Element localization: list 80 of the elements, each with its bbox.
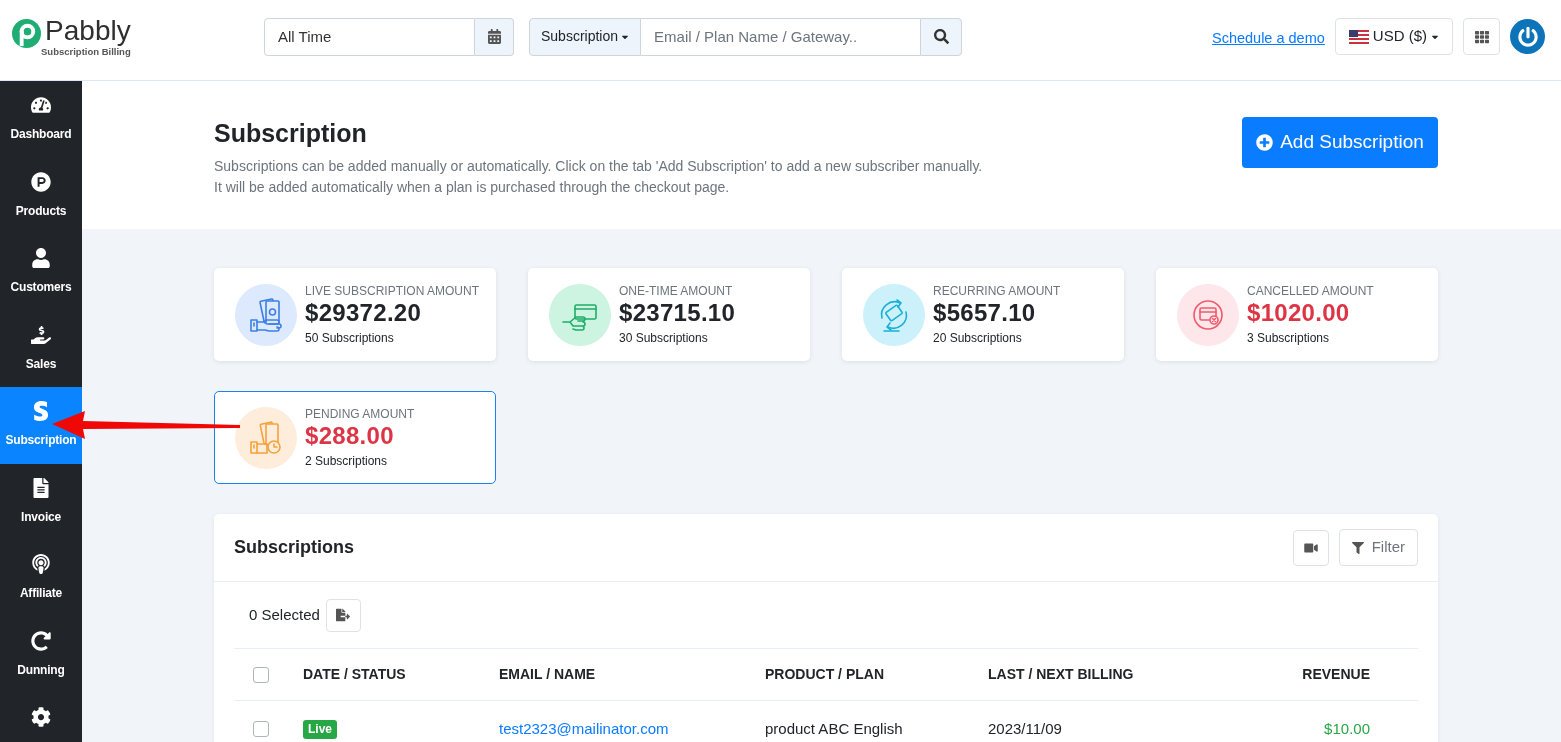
stat-card[interactable]: LIVE SUBSCRIPTION AMOUNT $29372.20 50 Subscriptions	[214, 268, 496, 361]
video-camera-icon	[1303, 541, 1318, 554]
stat-card[interactable]: PENDING AMOUNT $288.00 2 Subscriptions	[214, 391, 496, 484]
card-in-hand-icon	[549, 283, 611, 346]
sidebar-item[interactable]: Affiliate	[0, 540, 82, 617]
stat-amount: $1020.00	[1247, 299, 1351, 327]
hand-dollar-icon	[31, 324, 51, 345]
selected-count: 0 Selected	[249, 604, 320, 625]
stat-card[interactable]: ONE-TIME AMOUNT $23715.10 30 Subscriptions	[528, 268, 810, 361]
video-button[interactable]	[1292, 529, 1329, 566]
sidebar-item[interactable]: Invoice	[0, 463, 82, 540]
stat-label: RECURRING AMOUNT	[933, 283, 1061, 299]
column-header: REVENUE	[1302, 665, 1370, 684]
sidebar-item[interactable]: Dashboard	[0, 81, 82, 158]
stat-count: 30 Subscriptions	[619, 330, 709, 346]
filter-button[interactable]: Filter	[1338, 529, 1418, 566]
calendar-icon	[487, 29, 501, 44]
page-title: Subscription	[214, 118, 368, 149]
stat-count: 3 Subscriptions	[1247, 330, 1331, 346]
currency-dropdown[interactable]: USD ($)	[1334, 18, 1453, 55]
document-icon	[31, 477, 51, 498]
grid-icon	[1474, 29, 1489, 44]
column-header: LAST / NEXT BILLING	[988, 665, 1134, 684]
select-all-checkbox[interactable]	[253, 666, 269, 683]
sidebar-item[interactable]: Sales	[0, 310, 82, 387]
power-icon[interactable]	[1510, 19, 1545, 54]
stat-amount: $5657.10	[933, 299, 1037, 327]
column-header: DATE / STATUS	[303, 665, 406, 684]
billing-date-cell-text: 2023/11/09	[988, 718, 1062, 739]
search-field[interactable]: Email / Plan Name / Gateway..	[641, 17, 920, 56]
stat-label: PENDING AMOUNT	[305, 406, 415, 422]
stat-label: ONE-TIME AMOUNT	[619, 283, 734, 299]
calendar-button[interactable]	[475, 17, 514, 56]
stat-label: LIVE SUBSCRIPTION AMOUNT	[305, 283, 480, 299]
s-letter-icon	[31, 401, 51, 421]
page-description: Subscriptions can be added manually or automatically. Click on the tab 'Add Subscription' to add a new subscriber manually. It will be added automatically when a plan is purchased through the checkout page.	[214, 157, 983, 197]
export-button[interactable]	[325, 598, 361, 632]
stat-count: 2 Subscriptions	[305, 453, 389, 469]
card-cycle-icon	[863, 283, 925, 346]
stat-amount: $23715.10	[619, 299, 736, 327]
logo-name: Pabbly	[45, 15, 131, 46]
podcast-icon	[31, 554, 51, 574]
filter-icon	[1351, 541, 1364, 554]
redo-icon	[31, 630, 51, 651]
settings-icon	[31, 707, 51, 727]
us-flag-icon	[1348, 29, 1369, 44]
column-header: PRODUCT / PLAN	[765, 665, 884, 684]
stat-amount: $288.00	[305, 422, 395, 450]
cash-in-hand-icon	[235, 283, 297, 346]
status-badge: Live	[303, 719, 337, 739]
email-link[interactable]: test2323@mailinator.com	[499, 717, 669, 741]
search-icon	[933, 29, 949, 44]
card-cross-icon	[1177, 283, 1239, 346]
sidebar-item[interactable]: Customers	[0, 234, 82, 311]
add-subscription-button[interactable]: Add Subscription	[1242, 117, 1438, 168]
search-button[interactable]	[920, 17, 962, 56]
sidebar-item[interactable]: Dunning	[0, 616, 82, 693]
date-range-field[interactable]: All Time	[264, 17, 475, 56]
stat-card[interactable]: RECURRING AMOUNT $5657.10 20 Subscriptions	[842, 268, 1124, 361]
row-checkbox[interactable]	[253, 721, 269, 737]
stat-amount: $29372.20	[305, 299, 423, 327]
product-cell-text: product ABC English	[765, 718, 903, 739]
file-export-icon	[336, 608, 351, 622]
stat-count: 20 Subscriptions	[933, 330, 1023, 346]
logo-tagline: Subscription Billing	[41, 45, 131, 58]
search-scope-dropdown[interactable]: Subscription	[529, 17, 642, 56]
schedule-demo-link[interactable]: Schedule a demo	[1211, 27, 1325, 50]
cash-clock-icon	[235, 406, 297, 469]
stat-count: 50 Subscriptions	[305, 330, 395, 346]
card-title: Subscriptions	[234, 536, 354, 559]
revenue-cell-text: $10.00	[1324, 718, 1370, 739]
stat-card[interactable]: CANCELLED AMOUNT $1020.00 3 Subscriptions	[1156, 268, 1438, 361]
sidebar-item[interactable]: Products	[0, 157, 82, 234]
stat-label: CANCELLED AMOUNT	[1247, 283, 1374, 299]
user-icon	[31, 248, 51, 268]
logo-mark-icon	[12, 18, 41, 48]
gauge-icon	[31, 95, 51, 115]
column-header: EMAIL / NAME	[499, 665, 596, 684]
apps-grid-button[interactable]	[1463, 18, 1500, 55]
sidebar-item[interactable]: Subscription	[0, 387, 82, 464]
